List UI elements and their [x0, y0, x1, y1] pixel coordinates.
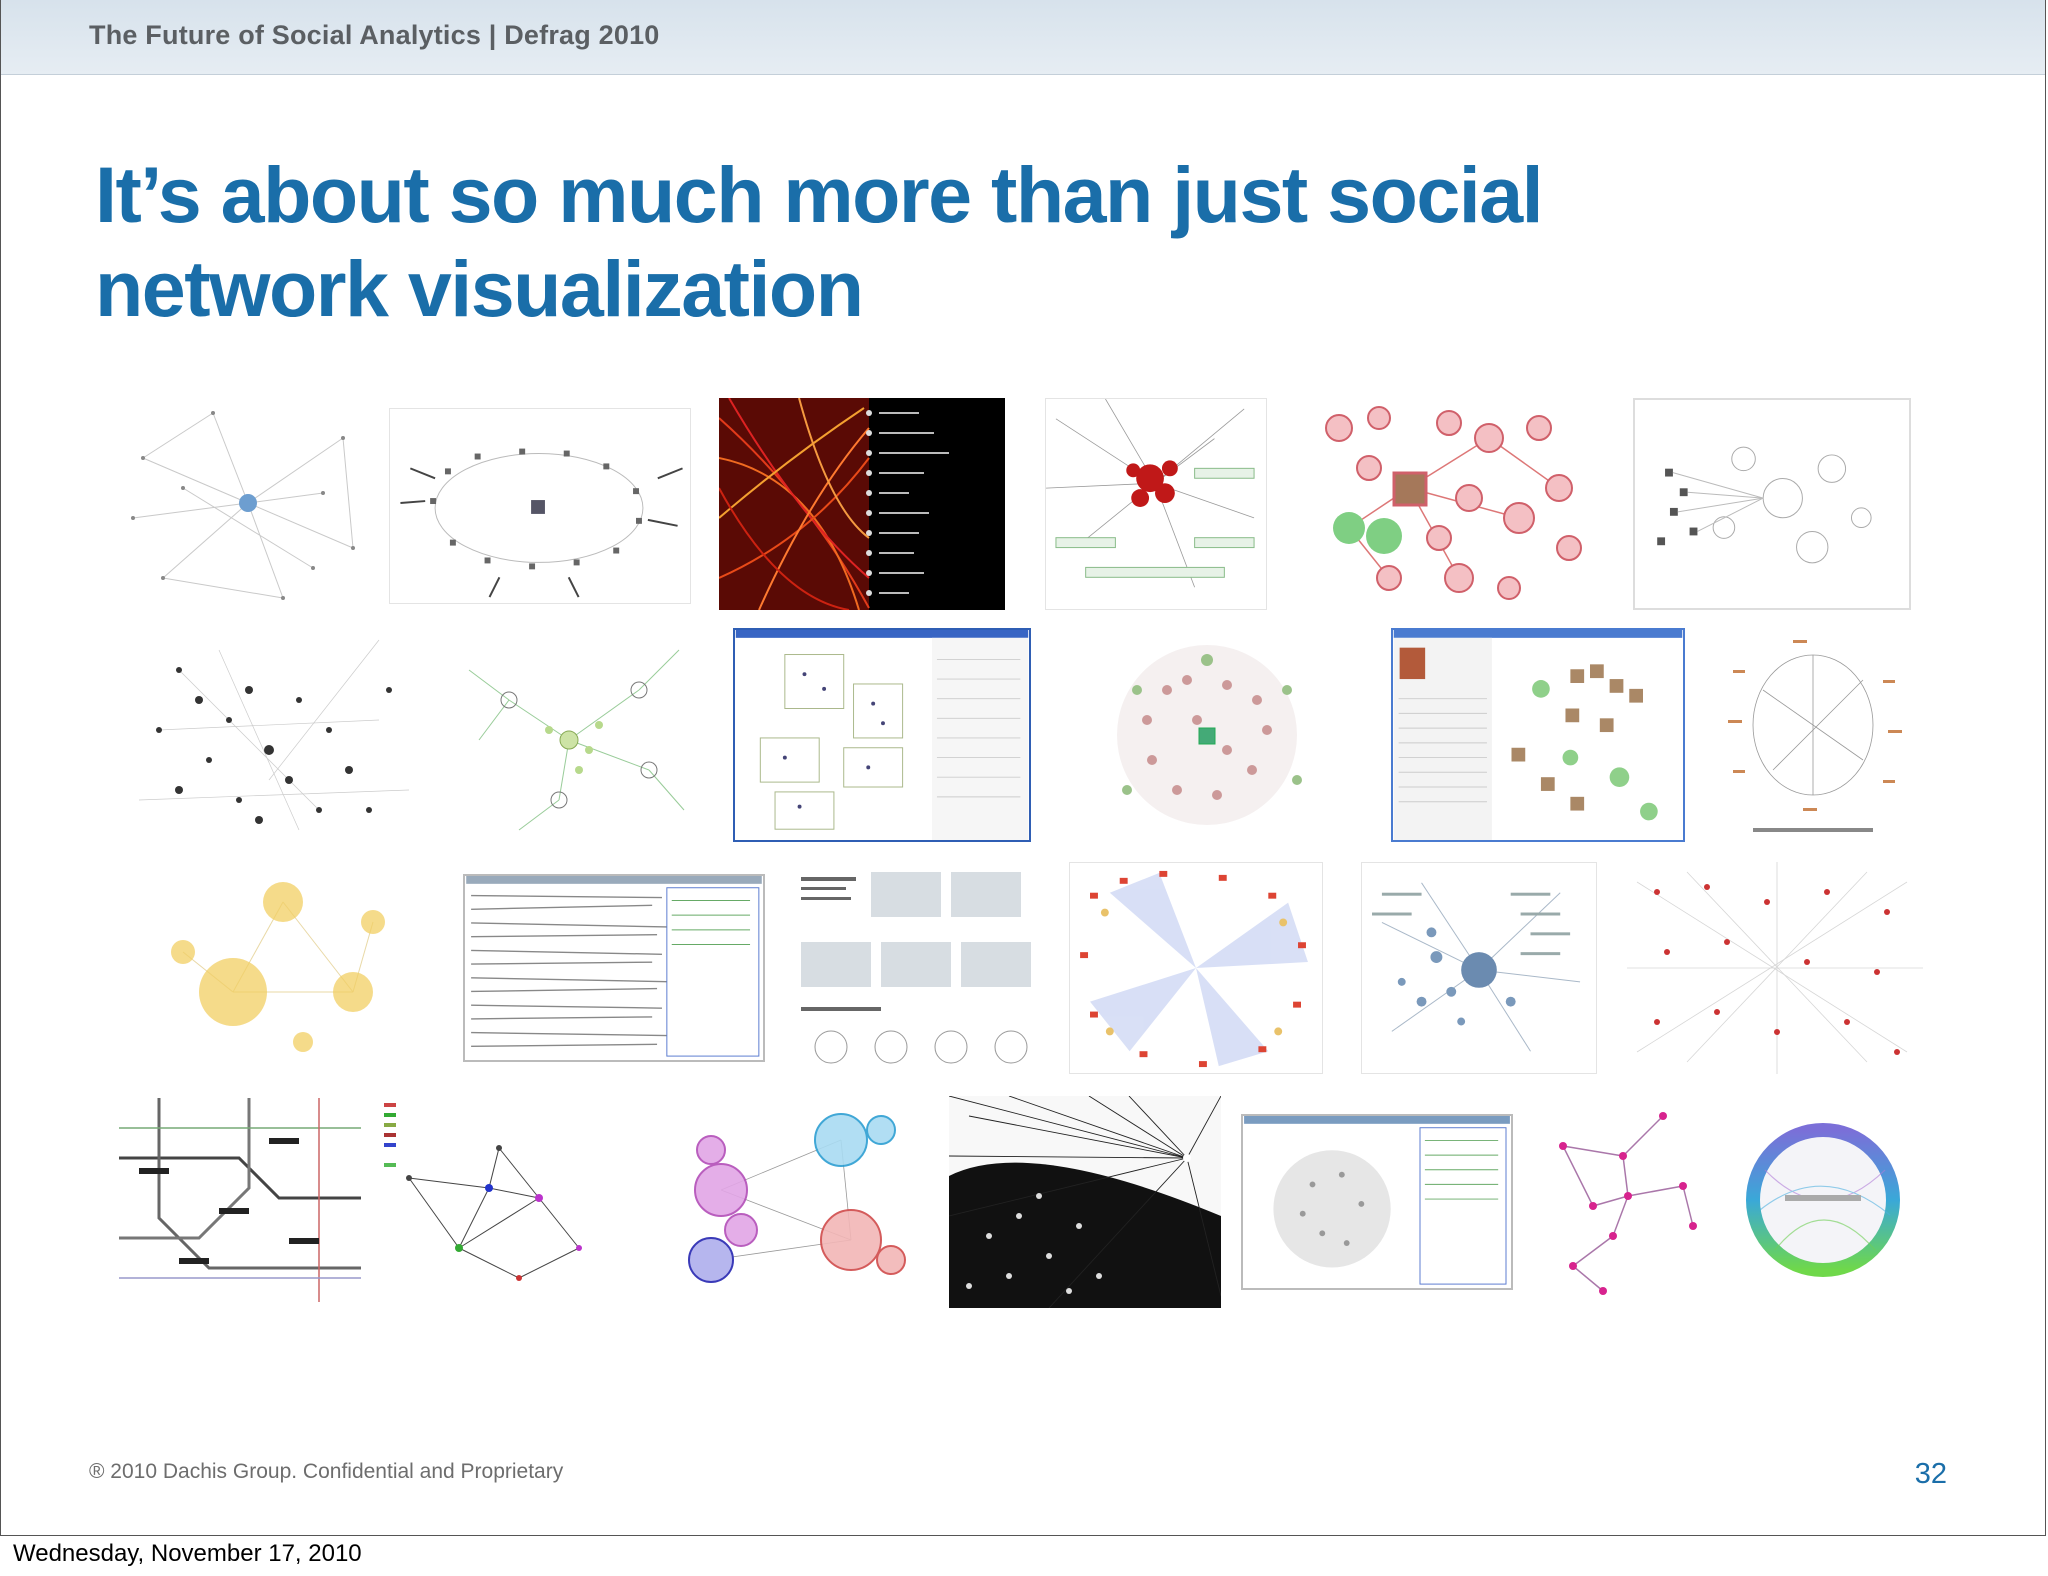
thumb-black-starburst	[949, 1096, 1221, 1308]
thumb-blue-bubble-network	[1361, 862, 1597, 1074]
slide-title: It’s about so much more than just social…	[95, 148, 1595, 336]
thumb-yellow-clusters	[143, 862, 421, 1074]
page-number: 32	[1914, 1458, 1947, 1490]
thumb-red-cluster-hairball	[1045, 398, 1267, 610]
thumb-app-window-photos	[1391, 628, 1685, 842]
date-caption: Wednesday, November 17, 2010	[13, 1540, 362, 1567]
thumb-world-maps-grid	[791, 862, 1039, 1074]
slide-title-line-2: network visualization	[95, 244, 864, 333]
thumb-app-window-clusters	[733, 628, 1031, 842]
thumb-gray-network-window	[1241, 1114, 1513, 1290]
thumb-dense-text-window	[463, 874, 765, 1062]
thumb-rainbow-circle	[1725, 1100, 1921, 1300]
header-bar: The Future of Social Analytics | Defrag …	[1, 0, 2045, 75]
thumb-red-dot-gray-network	[1627, 862, 1923, 1074]
thumb-ellipse-photo-ring	[389, 408, 691, 604]
thumb-magenta-small-graph	[1533, 1106, 1705, 1302]
header-title: The Future of Social Analytics | Defrag …	[89, 20, 660, 50]
thumb-red-arc-names	[719, 398, 1005, 610]
thumb-magenta-cyan-bubbles	[681, 1110, 913, 1298]
thumb-dark-node-cloud	[119, 630, 425, 842]
thumb-gray-cluster-circles	[1633, 398, 1911, 610]
thumb-colorful-node-map	[1069, 862, 1323, 1074]
thumb-subway-map	[119, 1098, 361, 1302]
slide: The Future of Social Analytics | Defrag …	[0, 0, 2046, 1536]
slide-title-line-1: It’s about so much more than just social	[95, 150, 1544, 239]
thumb-circular-label-network	[1713, 630, 1915, 842]
footer-copyright: ® 2010 Dachis Group. Confidential and Pr…	[89, 1460, 564, 1483]
thumb-green-tree-network	[449, 630, 697, 842]
thumb-photo-sphere-network	[1067, 630, 1355, 842]
thumb-colored-node-graph	[379, 1098, 621, 1302]
thumb-pink-photo-network	[1309, 398, 1591, 610]
thumb-radial-network-blue	[123, 398, 363, 610]
